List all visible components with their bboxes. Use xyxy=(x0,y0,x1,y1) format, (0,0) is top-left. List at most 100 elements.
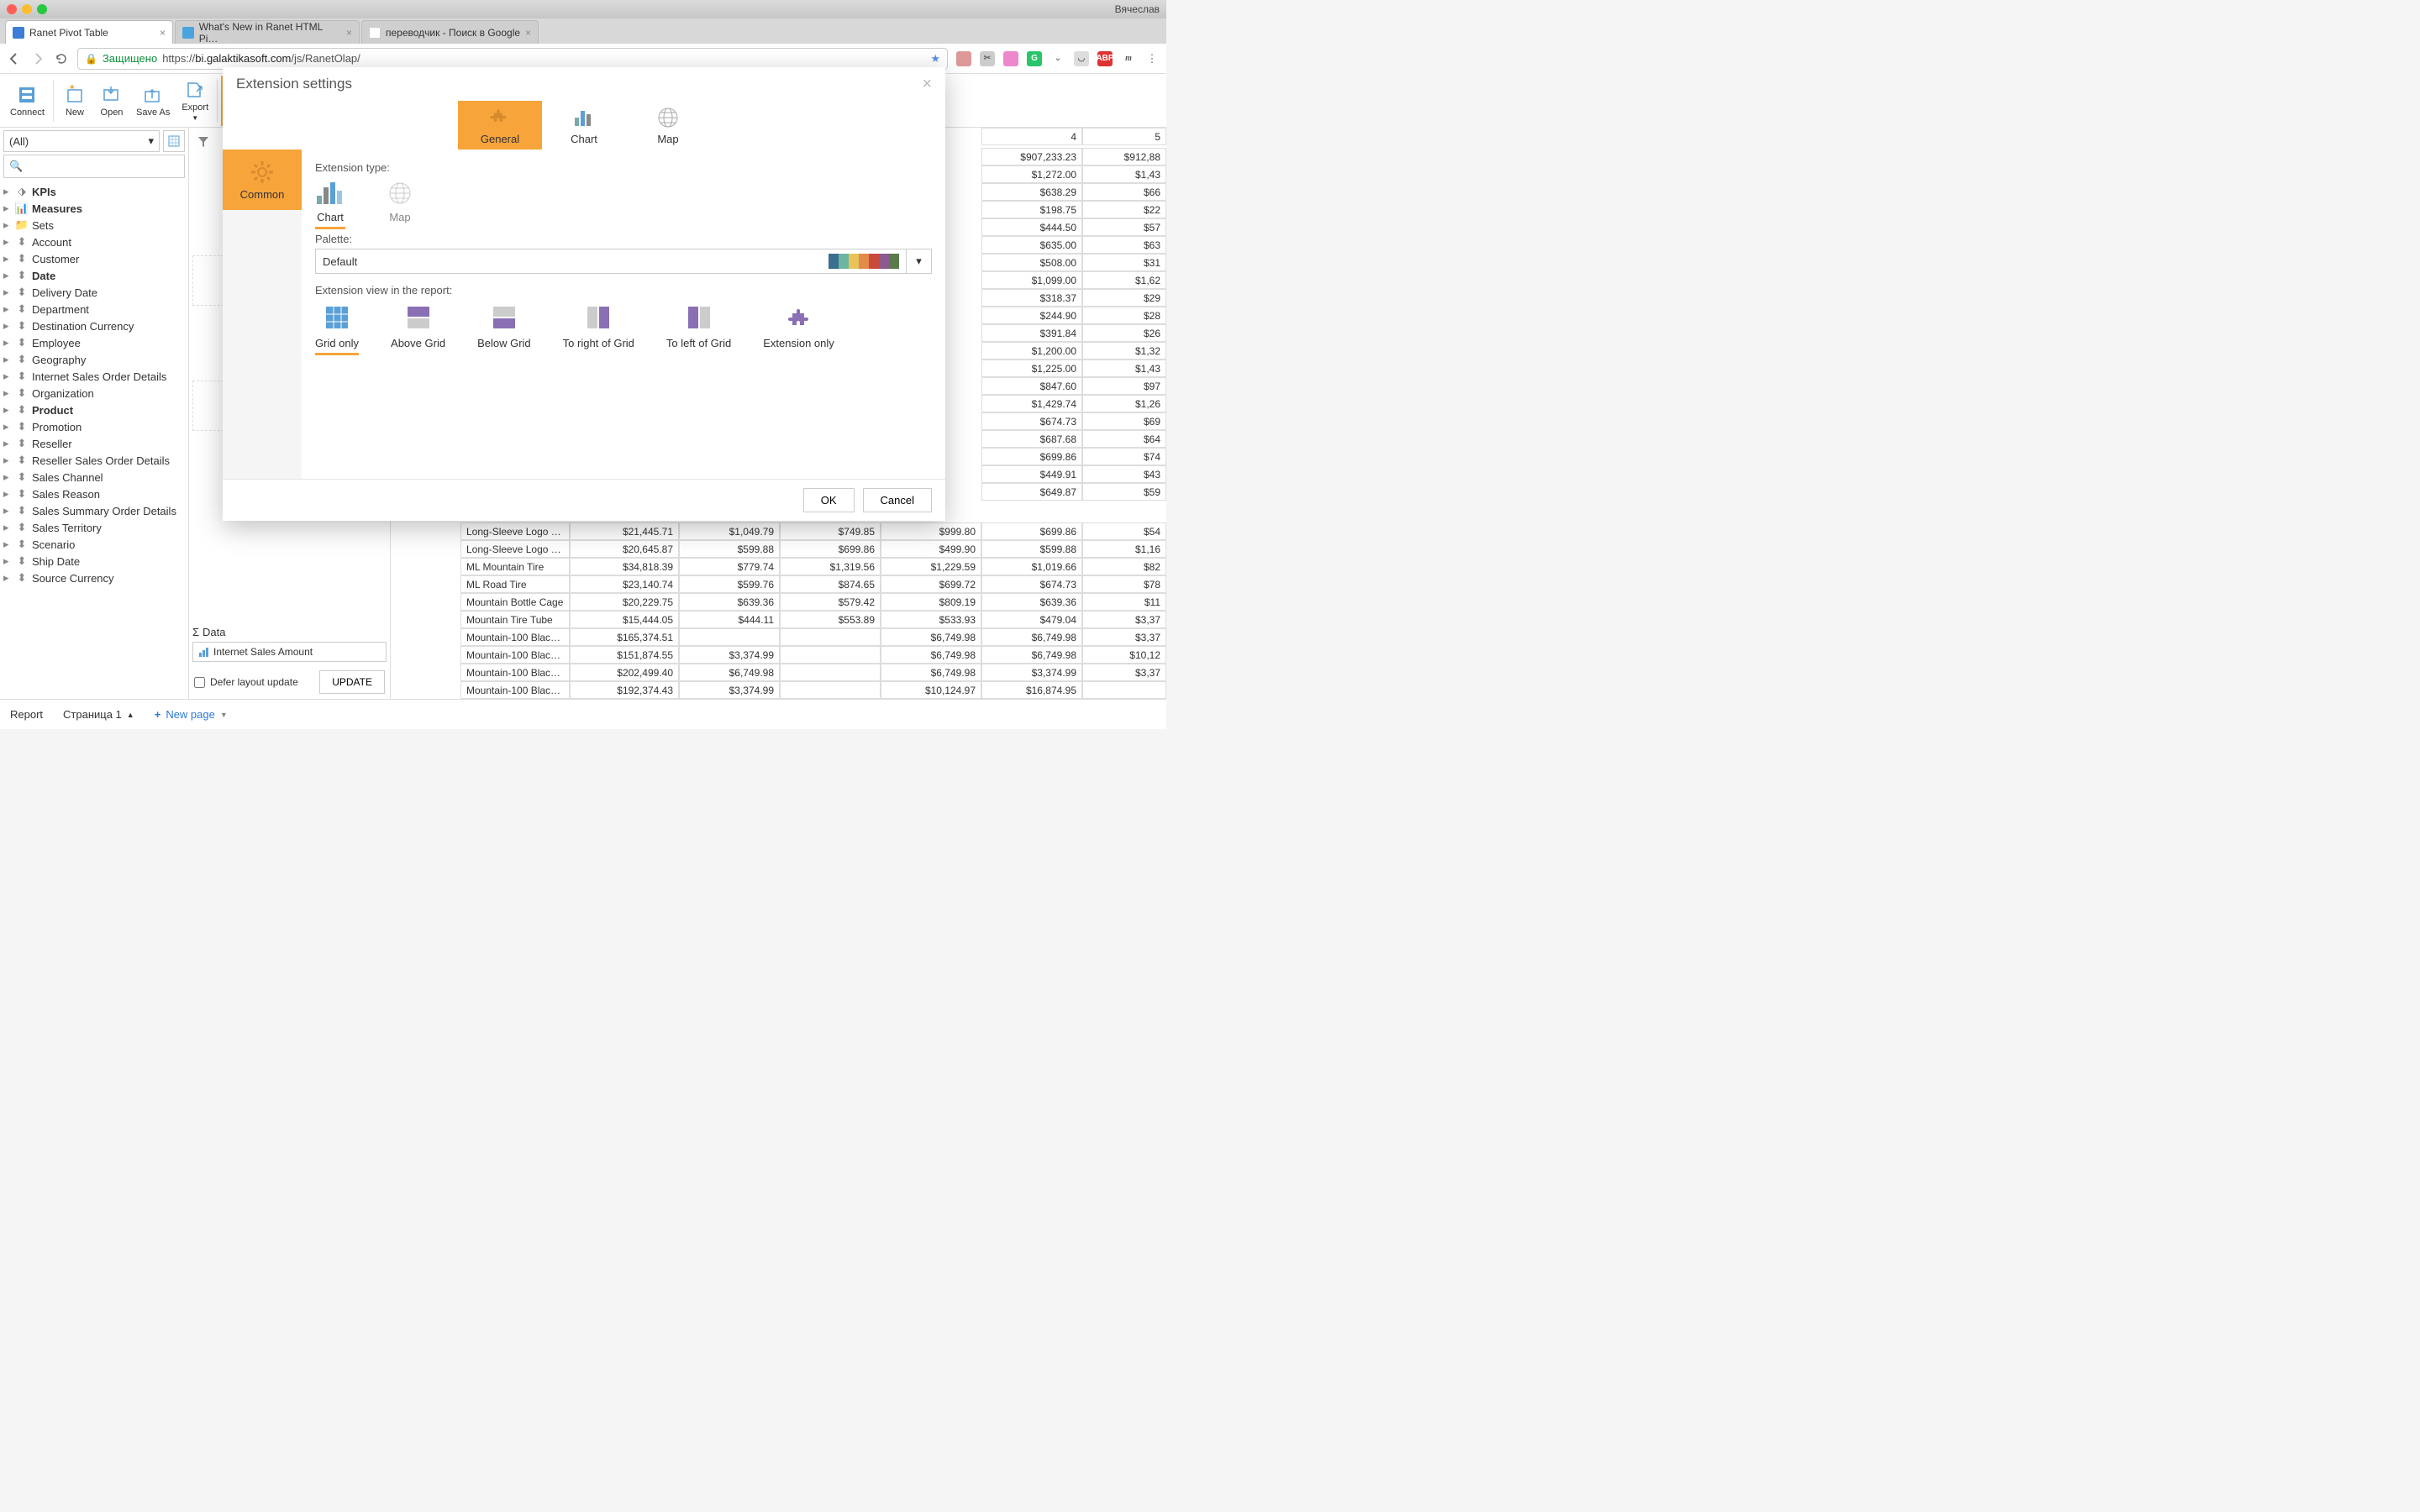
grid-cell[interactable]: $1,099.00 xyxy=(981,271,1082,289)
address-bar[interactable]: 🔒 Защищено https://bi.galaktikasoft.com/… xyxy=(77,48,948,70)
grid-cell[interactable]: $999.80 xyxy=(881,522,981,540)
row-header[interactable]: Mountain Tire Tube xyxy=(460,611,570,628)
grid-cell[interactable]: $192,374.43 xyxy=(570,681,679,699)
tree-item[interactable]: ▸⬍Product xyxy=(3,402,185,418)
browser-tab[interactable]: переводчик - Поиск в Google × xyxy=(361,20,539,44)
tree-item[interactable]: ▸📁Sets xyxy=(3,217,185,234)
update-button[interactable]: UPDATE xyxy=(319,670,385,694)
tree-item[interactable]: ▸⬍Geography xyxy=(3,351,185,368)
grid-cell[interactable]: $699.72 xyxy=(881,575,981,593)
row-header[interactable]: ML Road Tire xyxy=(460,575,570,593)
grid-cell[interactable]: $1,019.66 xyxy=(981,558,1082,575)
tree-item[interactable]: ▸📊Measures xyxy=(3,200,185,217)
grid-row[interactable]: Mountain-100 Blac…$192,374.43$3,374.99$1… xyxy=(391,681,1166,699)
grid-cell[interactable]: $3,37 xyxy=(1082,628,1166,646)
grid-cell[interactable]: $69 xyxy=(1082,412,1166,430)
column-header[interactable]: 4 xyxy=(981,128,1082,145)
grid-cell[interactable]: $6,749.98 xyxy=(881,628,981,646)
filter-select[interactable]: (All)▾ xyxy=(3,130,160,152)
grid-cell[interactable]: $1,43 xyxy=(1082,165,1166,183)
grid-cell[interactable]: $674.73 xyxy=(981,575,1082,593)
expand-icon[interactable]: ▸ xyxy=(3,504,12,517)
view-option[interactable]: To left of Grid xyxy=(666,305,731,355)
grid-cell[interactable]: $151,874.55 xyxy=(570,646,679,664)
tree-item[interactable]: ▸⬍Sales Summary Order Details xyxy=(3,502,185,519)
palette-select[interactable]: Default xyxy=(315,249,907,274)
type-chart[interactable]: Chart xyxy=(315,181,345,229)
grid-cell[interactable]: $533.93 xyxy=(881,611,981,628)
tab-general[interactable]: General xyxy=(458,101,542,150)
grid-cell[interactable] xyxy=(1082,681,1166,699)
grid-cell[interactable]: $3,374.99 xyxy=(981,664,1082,681)
expand-icon[interactable]: ▸ xyxy=(3,386,12,400)
expand-icon[interactable]: ▸ xyxy=(3,554,12,568)
close-icon[interactable]: × xyxy=(922,75,932,94)
open-button[interactable]: Open xyxy=(94,76,129,126)
grid-row[interactable]: Long-Sleeve Logo …$20,645.87$599.88$699.… xyxy=(391,540,1166,558)
column-header[interactable]: 5 xyxy=(1082,128,1166,145)
grid-cell[interactable]: $15,444.05 xyxy=(570,611,679,628)
grid-cell[interactable]: $202,499.40 xyxy=(570,664,679,681)
expand-icon[interactable]: ▸ xyxy=(3,538,12,551)
expand-icon[interactable]: ▸ xyxy=(3,353,12,366)
close-icon[interactable]: × xyxy=(160,27,166,39)
expand-icon[interactable]: ▸ xyxy=(3,521,12,534)
defer-checkbox[interactable] xyxy=(194,677,205,688)
grid-cell[interactable]: $244.90 xyxy=(981,307,1082,324)
tree-item[interactable]: ▸⬍Account xyxy=(3,234,185,250)
expand-icon[interactable]: ▸ xyxy=(3,302,12,316)
tree-item[interactable]: ▸⬍Delivery Date xyxy=(3,284,185,301)
report-label[interactable]: Report xyxy=(10,708,43,721)
grid-cell[interactable]: $59 xyxy=(1082,483,1166,501)
grid-cell[interactable]: $699.86 xyxy=(981,448,1082,465)
grid-cell[interactable] xyxy=(780,646,881,664)
measure-item[interactable]: Internet Sales Amount xyxy=(192,642,387,662)
grid-cell[interactable] xyxy=(780,628,881,646)
browser-tab-active[interactable]: Ranet Pivot Table × xyxy=(5,20,173,44)
grid-cell[interactable]: $1,225.00 xyxy=(981,360,1082,377)
expand-icon[interactable]: ▸ xyxy=(3,235,12,249)
grid-cell[interactable]: $3,374.99 xyxy=(679,681,780,699)
page-selector[interactable]: Страница 1▲ xyxy=(63,708,134,721)
grid-cell[interactable]: $1,429.74 xyxy=(981,395,1082,412)
grid-row[interactable]: Mountain Tire Tube$15,444.05$444.11$553.… xyxy=(391,611,1166,628)
expand-icon[interactable]: ▸ xyxy=(3,336,12,349)
grid-cell[interactable]: $1,272.00 xyxy=(981,165,1082,183)
grid-cell[interactable]: $639.36 xyxy=(981,593,1082,611)
grid-cell[interactable]: $635.00 xyxy=(981,236,1082,254)
view-option[interactable]: Above Grid xyxy=(391,305,445,355)
tree-item[interactable]: ▸⬍Internet Sales Order Details xyxy=(3,368,185,385)
tree-item[interactable]: ▸⬍Reseller xyxy=(3,435,185,452)
scissors-icon[interactable]: ✂ xyxy=(980,51,995,66)
tree-item[interactable]: ▸⬗KPIs xyxy=(3,183,185,200)
grid-cell[interactable]: $599.88 xyxy=(981,540,1082,558)
row-header[interactable]: Mountain-100 Blac… xyxy=(460,646,570,664)
export-button[interactable]: Export▼ xyxy=(176,76,213,126)
pocket-icon[interactable]: ◡ xyxy=(1074,51,1089,66)
refresh-fields-button[interactable] xyxy=(163,130,185,152)
extension-icon[interactable] xyxy=(956,51,971,66)
row-header[interactable]: Mountain Bottle Cage xyxy=(460,593,570,611)
tree-item[interactable]: ▸⬍Reseller Sales Order Details xyxy=(3,452,185,469)
view-option[interactable]: To right of Grid xyxy=(563,305,634,355)
grid-cell[interactable]: $31 xyxy=(1082,254,1166,271)
grid-cell[interactable]: $1,16 xyxy=(1082,540,1166,558)
grid-cell[interactable] xyxy=(780,681,881,699)
grid-cell[interactable]: $78 xyxy=(1082,575,1166,593)
back-button[interactable] xyxy=(7,51,22,66)
grid-cell[interactable]: $20,645.87 xyxy=(570,540,679,558)
grid-row[interactable]: ML Mountain Tire$34,818.39$779.74$1,319.… xyxy=(391,558,1166,575)
grid-cell[interactable]: $1,049.79 xyxy=(679,522,780,540)
type-map[interactable]: Map xyxy=(387,181,413,229)
menu-icon[interactable]: ⋮ xyxy=(1144,51,1160,66)
extension-icon[interactable] xyxy=(1003,51,1018,66)
grid-cell[interactable]: $6,749.98 xyxy=(981,628,1082,646)
tab-chart[interactable]: Chart xyxy=(542,101,626,150)
tree-item[interactable]: ▸⬍Destination Currency xyxy=(3,318,185,334)
tree-item[interactable]: ▸⬍Scenario xyxy=(3,536,185,553)
grid-cell[interactable]: $639.36 xyxy=(679,593,780,611)
tree-item[interactable]: ▸⬍Customer xyxy=(3,250,185,267)
grid-cell[interactable]: $847.60 xyxy=(981,377,1082,395)
save-button[interactable]: Save As xyxy=(131,76,175,126)
adblock-icon[interactable]: ABP xyxy=(1097,51,1113,66)
